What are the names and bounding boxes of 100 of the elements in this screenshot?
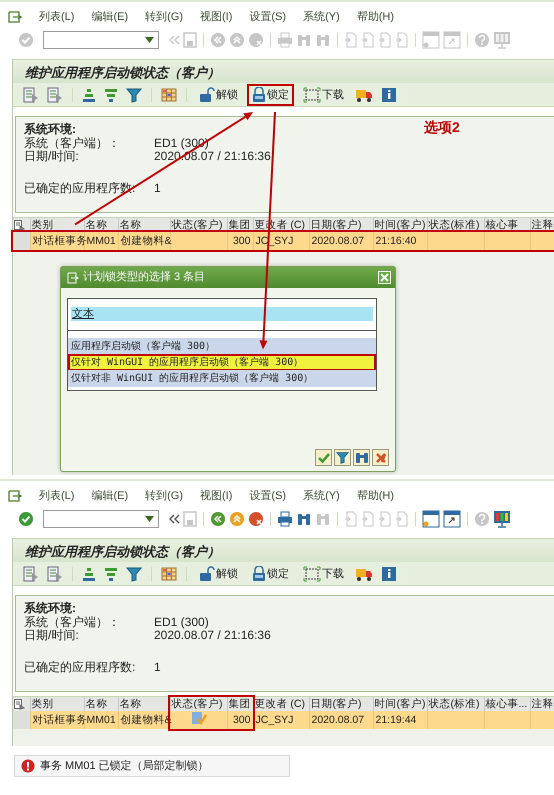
download-button[interactable]: 下载 bbox=[298, 562, 349, 584]
menu-item[interactable]: 系统(Y) bbox=[303, 8, 340, 26]
info-icon[interactable] bbox=[381, 566, 397, 582]
menu-icon[interactable] bbox=[8, 489, 22, 503]
sort-icon[interactable] bbox=[82, 566, 96, 582]
unlock-icon bbox=[199, 566, 215, 582]
list-item[interactable]: 仅针对 WinGUI 的应用程序启动锁（客户端 300） bbox=[68, 354, 376, 371]
download-icon bbox=[303, 86, 321, 102]
lock-button[interactable]: 锁定 bbox=[247, 562, 294, 584]
filter-icon[interactable] bbox=[126, 86, 142, 102]
menu-item[interactable]: 转到(G) bbox=[145, 8, 184, 26]
table-cell: JC_SYJ bbox=[253, 711, 309, 729]
column-header[interactable]: 名称 bbox=[84, 697, 118, 711]
unlock-button[interactable]: 解锁 bbox=[194, 562, 243, 584]
grid-icon[interactable] bbox=[161, 86, 177, 102]
column-header[interactable]: 集团 bbox=[227, 697, 253, 711]
binoculars-icon[interactable] bbox=[296, 511, 312, 527]
field-label: 已确定的应用程序数: bbox=[24, 660, 136, 674]
details-icon[interactable] bbox=[23, 566, 39, 582]
download-button[interactable]: 下载 bbox=[298, 84, 349, 106]
menu-item[interactable]: 设置(S) bbox=[249, 488, 286, 504]
menu-item[interactable]: 列表(L) bbox=[39, 8, 74, 26]
list-item[interactable]: 仅针对非 WinGUI 的应用程序启动锁（客户端 300） bbox=[68, 370, 376, 387]
printer-icon[interactable] bbox=[277, 511, 293, 527]
monitor-icon[interactable] bbox=[493, 510, 511, 528]
screen-title: 维护应用程序启动锁状态（客户） bbox=[13, 59, 554, 83]
table-cell: MM01 bbox=[84, 232, 118, 250]
command-field[interactable] bbox=[43, 31, 159, 49]
details-icon[interactable] bbox=[47, 86, 63, 102]
menu-item[interactable]: 设置(S) bbox=[249, 8, 286, 26]
menu-item[interactable]: 编辑(E) bbox=[91, 8, 128, 26]
select-all-icon[interactable] bbox=[13, 697, 30, 711]
check-icon[interactable] bbox=[18, 511, 34, 527]
column-header[interactable]: 日期(客户) bbox=[309, 697, 373, 711]
details-icon[interactable] bbox=[47, 566, 63, 582]
grid-icon[interactable] bbox=[161, 566, 177, 582]
check-button[interactable] bbox=[315, 449, 332, 466]
menu-item[interactable]: 视图(I) bbox=[200, 8, 232, 26]
info-icon[interactable] bbox=[381, 86, 397, 102]
lock-button[interactable]: 锁定 bbox=[247, 84, 294, 106]
table-cell: MM01 bbox=[84, 711, 118, 729]
table-cell: 21:16:40 bbox=[373, 232, 427, 250]
filter-button[interactable] bbox=[334, 449, 351, 466]
sort-icon[interactable] bbox=[104, 566, 118, 582]
field-value: 2020.08.07 / 21:16:36 bbox=[154, 629, 271, 642]
menu-item[interactable]: 编辑(E) bbox=[91, 488, 128, 504]
menu-item[interactable]: 帮助(H) bbox=[356, 8, 394, 26]
menu-icon[interactable] bbox=[8, 10, 22, 24]
sort-icon[interactable] bbox=[104, 86, 118, 102]
table-cell: 创建物料& bbox=[118, 232, 170, 250]
double-chevron-icon[interactable] bbox=[168, 512, 180, 526]
filter-icon[interactable] bbox=[126, 566, 142, 582]
menu-item[interactable]: 视图(I) bbox=[200, 488, 232, 504]
annotation-label: 选项2 bbox=[424, 118, 460, 137]
table-cell: 对话框事务 bbox=[30, 711, 84, 729]
error-icon bbox=[21, 759, 35, 773]
section-heading: 系统环境: bbox=[24, 122, 76, 136]
section-heading: 系统环境: bbox=[24, 601, 76, 615]
column-header[interactable]: 时间(客户) bbox=[373, 697, 427, 711]
unlock-icon bbox=[199, 86, 215, 102]
menu-item[interactable]: 系统(Y) bbox=[303, 488, 340, 504]
menu-item[interactable]: 列表(L) bbox=[39, 488, 74, 504]
field-label: 日期/时间: bbox=[24, 629, 80, 642]
column-header[interactable]: 更改者 (C) bbox=[253, 697, 309, 711]
screen-title: 维护应用程序启动锁状态（客户） bbox=[13, 538, 554, 562]
status-message: 事务 MM01 已锁定（局部定制锁） bbox=[40, 758, 209, 774]
table-cell: 对话框事务 bbox=[30, 232, 84, 250]
field-value: 1 bbox=[154, 660, 161, 674]
column-header[interactable]: 状态(客户) bbox=[170, 697, 227, 711]
unlock-button[interactable]: 解锁 bbox=[194, 84, 243, 106]
column-header[interactable]: 类别 bbox=[30, 697, 84, 711]
command-field[interactable] bbox=[43, 510, 159, 528]
column-header[interactable]: 名称 bbox=[118, 697, 170, 711]
column-header[interactable]: 文本 bbox=[71, 307, 373, 321]
sort-icon[interactable] bbox=[82, 86, 96, 102]
shortcut-icon[interactable] bbox=[443, 510, 461, 528]
details-icon[interactable] bbox=[23, 86, 39, 102]
close-button[interactable] bbox=[378, 271, 391, 284]
lock-icon bbox=[252, 566, 266, 582]
column-header[interactable]: 核心事... bbox=[484, 697, 530, 711]
binoculars-button[interactable] bbox=[353, 449, 370, 466]
list-item[interactable]: 应用程序启动锁（客户端 300） bbox=[68, 338, 376, 355]
cancel-icon[interactable] bbox=[248, 511, 264, 527]
menu-item[interactable]: 转到(G) bbox=[145, 488, 184, 504]
table-cell bbox=[170, 232, 227, 250]
column-header[interactable]: 状态(标准) bbox=[427, 697, 484, 711]
table-cell: 2020.08.07 bbox=[309, 232, 373, 250]
menu-item[interactable]: 帮助(H) bbox=[356, 488, 394, 504]
table-cell: 300 bbox=[227, 711, 253, 729]
dialog-title: 计划锁类型的选择 3 条目 bbox=[83, 270, 206, 286]
lock-icon bbox=[252, 86, 266, 102]
dialog-icon bbox=[67, 272, 79, 284]
table-cell: 2020.08.07 bbox=[309, 711, 373, 729]
cancel-button[interactable] bbox=[372, 449, 389, 466]
caret-icon bbox=[145, 516, 154, 522]
window-icon[interactable] bbox=[422, 510, 440, 528]
table-cell: 21:19:44 bbox=[373, 711, 427, 729]
column-header[interactable]: 注释 bbox=[530, 697, 554, 711]
field-label: 系统（客户端）： bbox=[24, 616, 121, 629]
back-icon[interactable] bbox=[210, 511, 226, 527]
